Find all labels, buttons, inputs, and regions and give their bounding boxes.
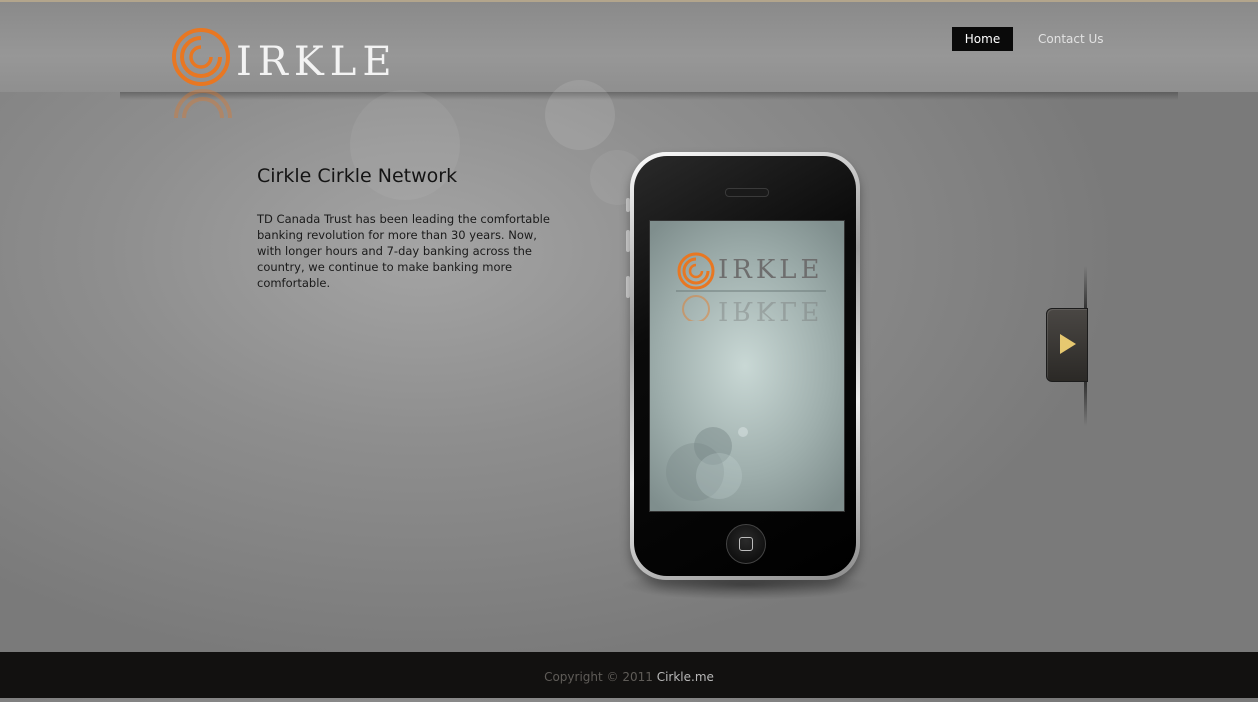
phone-screen: IRKLE IRKLE — [649, 220, 845, 512]
intro-paragraph: TD Canada Trust has been leading the com… — [257, 212, 550, 290]
copyright-text: Copyright © 2011 — [544, 670, 657, 684]
logo-text: IRKLE — [236, 39, 398, 85]
screen-logo-text: IRKLE — [718, 255, 824, 285]
screen-bubble — [696, 453, 742, 499]
next-slide-button[interactable] — [1046, 308, 1088, 382]
bokeh-circle — [545, 80, 615, 150]
footer-site-link[interactable]: Cirkle.me — [657, 670, 714, 684]
phone-speaker — [725, 188, 769, 197]
nav-contact-link[interactable]: Contact Us — [1038, 27, 1104, 51]
footer: Copyright © 2011 Cirkle.me — [0, 652, 1258, 698]
phone-body: IRKLE IRKLE — [630, 152, 860, 580]
screen-logo-reflection: IRKLE — [718, 295, 824, 325]
site-logo[interactable]: IRKLE — [170, 26, 392, 121]
swirl-logo-icon — [172, 28, 230, 86]
phone-illustration: IRKLE IRKLE — [620, 150, 870, 620]
nav-home-link[interactable]: Home — [952, 27, 1013, 51]
play-triangle-icon — [1060, 334, 1076, 354]
page-title: Cirkle Cirkle Network — [257, 165, 458, 187]
phone-face: IRKLE IRKLE — [634, 156, 856, 576]
screen-bubble — [738, 427, 748, 437]
screen-logo: IRKLE IRKLE — [676, 251, 826, 325]
logo-reflection — [174, 89, 232, 119]
phone-home-button — [726, 524, 766, 564]
